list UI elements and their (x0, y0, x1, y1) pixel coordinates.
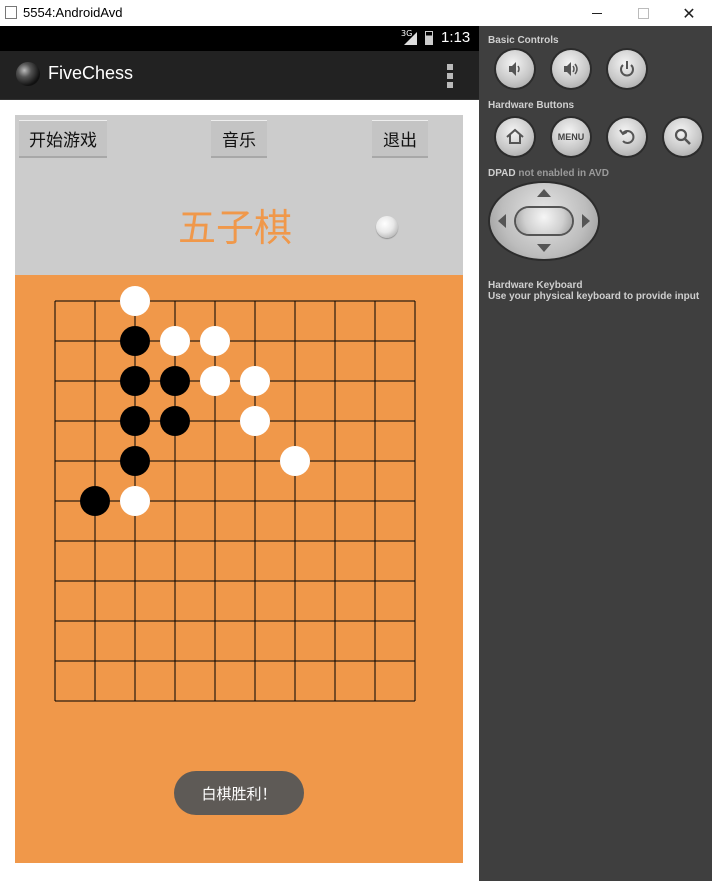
black-stone (160, 366, 190, 396)
home-icon (506, 128, 524, 144)
action-bar: FiveChess (0, 51, 479, 100)
power-icon (620, 61, 634, 77)
minimize-button[interactable] (574, 0, 620, 26)
app-title: FiveChess (48, 63, 134, 83)
dpad-up-icon (537, 189, 551, 197)
start-game-button[interactable]: 开始游戏 (19, 120, 107, 158)
white-stone (200, 326, 230, 356)
black-stone (160, 406, 190, 436)
dpad-label-text: DPAD (488, 168, 516, 179)
search-button[interactable] (664, 118, 702, 156)
keyboard-note: Use your physical keyboard to provide in… (488, 291, 700, 302)
volume-down-button[interactable] (496, 50, 534, 88)
white-stone (240, 366, 270, 396)
menu-button-label: MENU (557, 132, 585, 142)
hardware-buttons-label: Hardware Buttons (488, 100, 575, 111)
volume-up-icon (564, 62, 578, 76)
power-button[interactable] (608, 50, 646, 88)
status-time: 1:13 (441, 29, 471, 46)
board-panel: 白棋胜利！ (15, 275, 463, 863)
dpad-center-icon (516, 208, 572, 234)
white-stone (160, 326, 190, 356)
app-logo-icon (16, 62, 40, 86)
black-stone (120, 406, 150, 436)
white-stone (240, 406, 270, 436)
white-stone-indicator (376, 216, 398, 238)
menu-button[interactable]: MENU (552, 118, 590, 156)
basic-controls-label: Basic Controls (488, 35, 559, 46)
black-stone (120, 326, 150, 356)
home-button[interactable] (496, 118, 534, 156)
volume-down-icon (509, 62, 520, 76)
close-icon: ✕ (682, 3, 696, 23)
signal-icon (404, 32, 417, 45)
close-button[interactable]: ✕ (666, 0, 712, 26)
win-toast: 白棋胜利！ (174, 771, 304, 815)
dpad-left-icon (498, 214, 506, 228)
back-button[interactable] (608, 118, 646, 156)
dpad-label: DPAD not enabled in AVD (488, 168, 609, 179)
status-bar: 3G 1:13 (0, 26, 479, 51)
keyboard-label: Hardware Keyboard (488, 280, 583, 291)
control-panel: 开始游戏 音乐 退出 五子棋 (15, 115, 463, 275)
white-stone (120, 286, 150, 316)
dpad (490, 183, 598, 259)
volume-up-button[interactable] (552, 50, 590, 88)
white-stone (280, 446, 310, 476)
dpad-note: not enabled in AVD (518, 168, 609, 179)
black-stone (120, 366, 150, 396)
keyboard-info: Hardware Keyboard Use your physical keyb… (488, 280, 699, 302)
white-stone (120, 486, 150, 516)
search-icon (674, 128, 691, 145)
battery-icon (425, 31, 433, 45)
black-stone (80, 486, 110, 516)
window-title: 5554:AndroidAvd (23, 5, 123, 20)
emulator-controls: Basic Controls Hardware Buttons MENU DPA… (479, 26, 712, 881)
white-stone (200, 366, 230, 396)
maximize-icon (637, 7, 649, 19)
minimize-icon (592, 12, 602, 14)
exit-button[interactable]: 退出 (372, 120, 428, 158)
music-button[interactable]: 音乐 (211, 120, 267, 158)
device-screen: 3G 1:13 FiveChess 开始游戏 音乐 退出 五子棋 白棋胜利！ (0, 26, 479, 881)
black-stone (120, 446, 150, 476)
maximize-button[interactable] (620, 0, 666, 26)
overflow-menu-icon[interactable] (447, 64, 453, 88)
window-titlebar: 5554:AndroidAvd ✕ (0, 0, 712, 26)
dpad-right-icon (582, 214, 590, 228)
back-icon (619, 129, 635, 144)
window-app-icon (5, 6, 17, 19)
dpad-down-icon (537, 244, 551, 252)
